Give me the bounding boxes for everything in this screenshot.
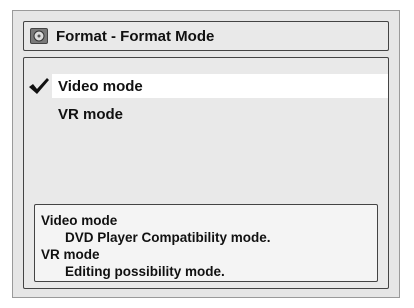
option-video-mode[interactable]: Video mode [52,74,388,98]
description-box: Video mode DVD Player Compatibility mode… [34,204,378,282]
options-panel: Video mode VR mode Video mode DVD Player… [23,57,389,289]
checkmark-icon [28,76,50,96]
format-screen: Format - Format Mode Video mode VR mode … [12,10,400,298]
info-vr-mode-heading: VR mode [41,247,100,262]
page-title: Format - Format Mode [56,27,215,45]
info-vr-mode-desc: Editing possibility mode. [65,264,225,279]
option-label: VR mode [58,105,124,123]
option-label: Video mode [58,77,143,95]
info-video-mode-desc: DVD Player Compatibility mode. [65,230,271,245]
option-vr-mode[interactable]: VR mode [52,102,123,126]
disc-icon [30,28,48,44]
title-bar: Format - Format Mode [23,21,389,51]
info-video-mode-heading: Video mode [41,213,118,228]
